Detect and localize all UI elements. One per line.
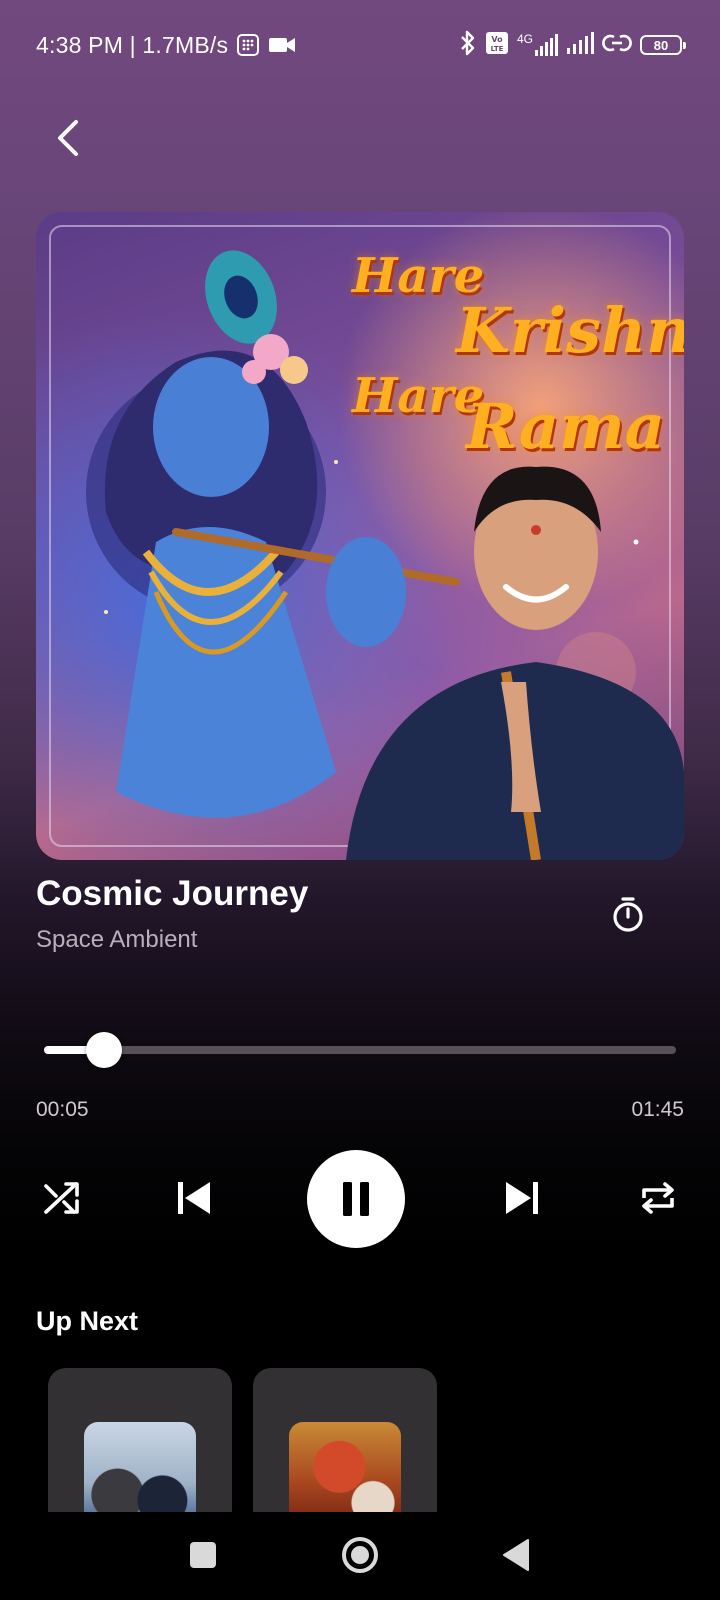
- album-art-text-hare-2: Hare: [352, 368, 485, 424]
- battery-icon: 80: [640, 35, 686, 55]
- svg-text:LTE: LTE: [491, 45, 504, 53]
- status-bar: 4:38 PM | 1.7MB/s Vo LTE 4G 80: [0, 0, 720, 90]
- bluetooth-icon: [459, 29, 477, 62]
- network-type-label: 4G: [516, 32, 533, 46]
- chevron-left-icon: [58, 120, 78, 156]
- track-title: Cosmic Journey: [36, 874, 309, 913]
- signal-icon: [566, 31, 594, 60]
- recents-button[interactable]: [190, 1542, 216, 1568]
- video-camera-icon: [268, 33, 296, 57]
- status-time-speed: 4:38 PM | 1.7MB/s: [36, 31, 229, 58]
- album-art-text-krishna: Krishna: [456, 294, 684, 367]
- signal-4g-icon: 4G: [517, 33, 558, 57]
- pause-icon: [343, 1182, 369, 1216]
- notification-grid-icon: [236, 33, 260, 57]
- album-art-text-rama: Rama: [466, 390, 665, 463]
- up-next-card[interactable]: [48, 1368, 232, 1518]
- repeat-icon: [642, 1182, 674, 1214]
- system-back-button[interactable]: [500, 1537, 532, 1573]
- next-button[interactable]: [498, 1174, 546, 1222]
- hotspot-link-icon: [602, 31, 632, 60]
- previous-button[interactable]: [170, 1174, 218, 1222]
- skip-next-icon: [506, 1182, 538, 1214]
- volte-icon: Vo LTE: [485, 31, 509, 60]
- status-right: Vo LTE 4G 80: [459, 28, 686, 62]
- svg-text:Vo: Vo: [491, 35, 503, 44]
- skip-previous-icon: [178, 1182, 210, 1214]
- shuffle-icon: [44, 1182, 79, 1214]
- up-next-heading: Up Next: [36, 1306, 139, 1336]
- repeat-button[interactable]: [634, 1174, 682, 1222]
- up-next-card[interactable]: [253, 1368, 437, 1518]
- battery-level: 80: [653, 37, 669, 53]
- album-art: Hare Krishna Hare Rama: [36, 212, 684, 860]
- shuffle-button[interactable]: [38, 1174, 86, 1222]
- sleep-timer-button[interactable]: [606, 892, 650, 936]
- track-artist: Space Ambient: [36, 926, 198, 953]
- status-left: 4:38 PM | 1.7MB/s: [36, 28, 296, 62]
- home-button[interactable]: [340, 1535, 380, 1575]
- triangle-back-icon: [503, 1539, 529, 1571]
- total-time: 01:45: [631, 1098, 684, 1121]
- play-pause-button[interactable]: [307, 1150, 405, 1248]
- current-time: 00:05: [36, 1098, 89, 1121]
- album-art-text-hare-1: Hare: [352, 248, 485, 304]
- seek-bar-thumb[interactable]: [86, 1032, 123, 1068]
- back-button[interactable]: [40, 110, 96, 166]
- stopwatch-icon: [613, 897, 643, 932]
- seek-bar[interactable]: [44, 1032, 676, 1068]
- up-next-thumbnail: [289, 1422, 401, 1518]
- home-circle-icon: [342, 1537, 378, 1573]
- up-next-thumbnail: [84, 1422, 196, 1518]
